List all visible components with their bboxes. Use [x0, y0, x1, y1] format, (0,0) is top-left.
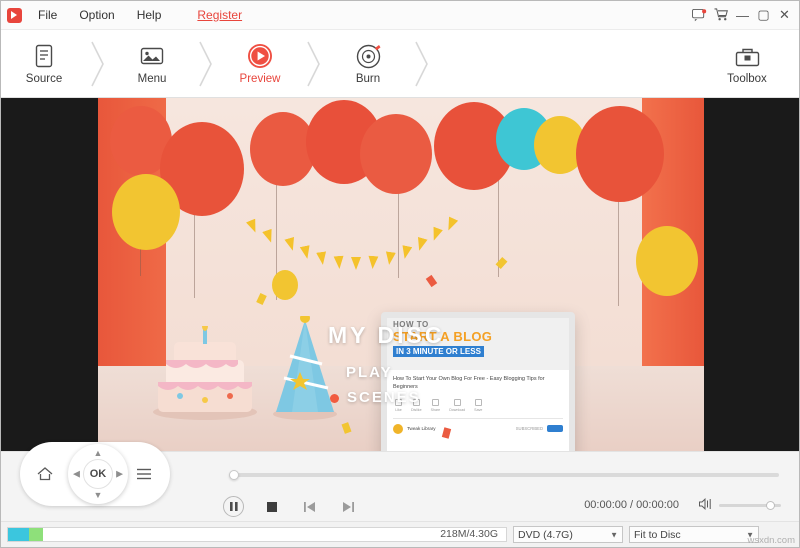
play-circle-icon	[246, 42, 274, 70]
dislike-label: Dislike	[411, 407, 422, 412]
step-source-label: Source	[25, 73, 63, 85]
menu-option[interactable]: Option	[68, 1, 125, 30]
step-preview-label: Preview	[239, 73, 281, 85]
capacity-fill-menu	[8, 528, 29, 541]
capacity-fill-video	[29, 528, 43, 541]
dvd-remote-pad: ▲ ▼ ◀ ▶ OK	[20, 442, 170, 506]
like-label: Like	[395, 407, 402, 412]
arrow-left-icon[interactable]: ◀	[73, 469, 80, 480]
fit-option-value: Fit to Disc	[634, 528, 681, 541]
arrow-right-icon[interactable]: ▶	[116, 469, 123, 480]
party-hat	[273, 316, 337, 420]
subscribe-label: SUBSCRIBED	[515, 426, 543, 431]
disc-title-text: MY DISC	[328, 322, 445, 348]
step-burn[interactable]: Burn	[325, 42, 411, 85]
video-action: Download	[449, 398, 466, 412]
stop-button[interactable]	[262, 497, 282, 517]
share-label: Share	[430, 407, 441, 412]
close-button[interactable]: ✕	[774, 1, 795, 30]
menu-help[interactable]: Help	[126, 1, 173, 30]
time-display: 00:00:00 / 00:00:00	[584, 499, 679, 511]
step-navigation: Source Menu Preview Burn Toolbox	[1, 30, 799, 98]
transport-controls	[223, 496, 358, 517]
fit-option-select[interactable]: Fit to Disc ▼	[629, 526, 759, 543]
ok-button[interactable]: OK	[83, 459, 113, 489]
direction-pad[interactable]: ▲ ▼ ◀ ▶ OK	[68, 444, 128, 504]
save-label: Save	[474, 407, 483, 412]
seek-slider[interactable]	[229, 470, 779, 480]
step-menu-label: Menu	[137, 73, 167, 85]
balloon	[636, 226, 698, 296]
share-icon	[431, 398, 439, 406]
video-action: Share	[430, 398, 441, 412]
disc-type-value: DVD (4.7G)	[518, 528, 573, 541]
step-source[interactable]: Source	[1, 42, 87, 85]
balloon	[576, 106, 664, 202]
previous-button[interactable]	[300, 497, 320, 517]
step-preview[interactable]: Preview	[217, 42, 303, 85]
volume-slider[interactable]	[719, 500, 781, 510]
minimize-button[interactable]: —	[732, 1, 753, 30]
step-toolbox[interactable]: Toolbox	[707, 42, 787, 85]
channel-avatar	[393, 423, 403, 434]
menu-item-scenes[interactable]: SCENES	[347, 389, 421, 406]
step-menu[interactable]: Menu	[109, 42, 195, 85]
pause-button[interactable]	[223, 496, 244, 517]
volume-control[interactable]	[699, 498, 781, 513]
channel-row: Tweak Library SUBSCRIBED	[387, 421, 569, 437]
download-icon	[453, 398, 461, 406]
arrow-down-icon[interactable]: ▼	[94, 490, 103, 500]
image-icon	[138, 42, 166, 70]
menu-item-play[interactable]: PLAY	[346, 364, 393, 381]
next-button[interactable]	[338, 497, 358, 517]
arrow-up-icon[interactable]: ▲	[94, 448, 103, 458]
application-window: File Option Help Register — ▢ ✕ Source M…	[0, 0, 800, 548]
step-burn-label: Burn	[355, 73, 381, 85]
birthday-cake	[153, 326, 257, 420]
status-bar: 218M/4.30G DVD (4.7G) ▼ Fit to Disc ▼	[1, 521, 799, 547]
step-toolbox-label: Toolbox	[727, 73, 767, 85]
menu-preview-stage: HOW TO START A BLOG IN 3 MINUTE OR LESS …	[98, 98, 704, 451]
capacity-bar: 218M/4.30G	[7, 527, 507, 542]
save-icon	[474, 398, 482, 406]
step-chevron-3-icon	[303, 30, 325, 98]
menu-bar: File Option Help Register	[27, 1, 253, 30]
app-logo	[1, 1, 27, 30]
register-link[interactable]: Register	[186, 1, 253, 30]
disc-burn-icon	[354, 42, 382, 70]
player-controls: ▲ ▼ ◀ ▶ OK 00:00:00 / 00:00:00	[1, 442, 799, 521]
step-chevron-1-icon	[87, 30, 109, 98]
chevron-down-icon[interactable]: ▼	[610, 530, 618, 539]
maximize-button[interactable]: ▢	[753, 1, 774, 30]
app-logo-icon	[6, 7, 22, 23]
balloon	[272, 270, 298, 300]
menu-file[interactable]: File	[27, 1, 68, 30]
capacity-text: 218M/4.30G	[440, 528, 498, 540]
seek-handle[interactable]	[229, 470, 239, 480]
disc-type-select[interactable]: DVD (4.7G) ▼	[513, 526, 623, 543]
cart-icon[interactable]	[710, 1, 732, 30]
step-chevron-2-icon	[195, 30, 217, 98]
menu-lines-icon[interactable]	[134, 464, 154, 484]
divider	[393, 417, 563, 419]
title-bar: File Option Help Register — ▢ ✕	[1, 1, 799, 30]
download-label: Download	[449, 407, 466, 412]
volume-icon[interactable]	[699, 498, 713, 513]
title-bar-right: — ▢ ✕	[688, 1, 799, 30]
volume-handle[interactable]	[766, 500, 775, 510]
channel-name: Tweak Library	[407, 426, 436, 431]
home-icon[interactable]	[35, 464, 55, 484]
message-icon[interactable]	[688, 1, 710, 30]
toolbox-icon	[733, 42, 761, 70]
watermark: wsxdn.com	[747, 535, 795, 546]
video-action: Save	[474, 398, 483, 412]
document-icon	[30, 42, 58, 70]
step-chevron-4-icon	[411, 30, 433, 98]
subscribe-button	[547, 425, 563, 432]
preview-area[interactable]: HOW TO START A BLOG IN 3 MINUTE OR LESS …	[1, 98, 799, 451]
balloon	[360, 114, 432, 194]
balloon	[112, 174, 180, 250]
